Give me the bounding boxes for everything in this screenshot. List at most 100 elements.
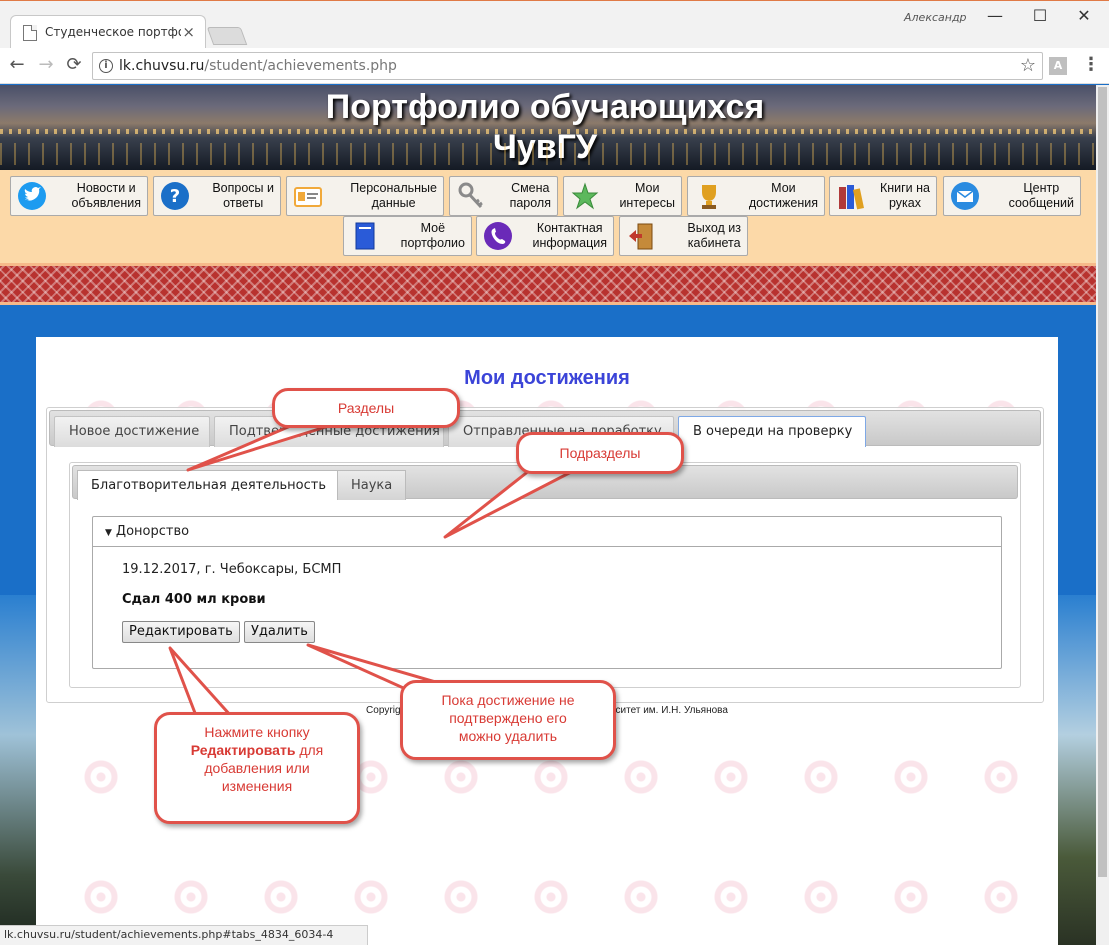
menu-label-line1: Центр: [1023, 181, 1060, 195]
callout-edit-note: Нажмите кнопку Редактировать для добавле…: [154, 712, 360, 824]
menu-button-phone[interactable]: Контактная информация: [476, 216, 614, 256]
forward-icon[interactable]: →: [34, 54, 58, 78]
callout-edit-line2: Редактировать для: [157, 741, 357, 759]
callout-subsections: Подразделы: [516, 432, 684, 474]
close-window-button[interactable]: ✕: [1064, 5, 1104, 29]
menu-label-line1: Контактная: [536, 221, 603, 235]
profile-name[interactable]: Александр: [904, 11, 967, 24]
subsection-tabs: Благотворительная деятельность Наука ▼ До…: [69, 462, 1021, 688]
menu-label-line2: кабинета: [687, 236, 741, 250]
callout-edit-line4: изменения: [221, 778, 293, 794]
callout-edit-for: для: [295, 742, 324, 758]
url-path: /student/achievements.php: [204, 58, 397, 74]
triangle-down-icon: ▼: [105, 528, 112, 538]
site-banner: Портфолио обучающихся ЧувГУ: [0, 85, 1109, 170]
menu-button-id-card[interactable]: Персональные данные: [286, 176, 444, 216]
site-title: Портфолио обучающихся ЧувГУ: [280, 87, 810, 167]
callout-edit-line3: добавления или: [204, 760, 310, 776]
menu-label-line2: интересы: [619, 196, 675, 210]
envelope-icon: [950, 181, 980, 211]
extension-icon[interactable]: A: [1049, 57, 1067, 75]
tab-new-achievement[interactable]: Новое достижение: [54, 416, 210, 447]
menu-button-exit-door[interactable]: Выход из кабинета: [619, 216, 748, 256]
browser-titlebar: Студенческое портфолио × Александр — ☐ ✕: [0, 0, 1109, 49]
achievement-title: Сдал 400 мл крови: [122, 592, 266, 607]
achievement-date-place: 19.12.2017, г. Чебоксары, БСМП: [122, 562, 342, 577]
site-title-line1: Портфолио обучающихся: [325, 88, 765, 126]
id-card-icon: [293, 181, 323, 211]
browser-menu-icon[interactable]: ⋮: [1082, 54, 1100, 75]
menu-label-line1: Вопросы и: [212, 181, 274, 195]
keys-icon: [456, 181, 486, 211]
menu-label-line2: пароля: [509, 196, 551, 210]
menu-label-line2: данные: [371, 196, 416, 210]
callout-sections: Разделы: [272, 388, 460, 428]
menu-label-line2: сообщений: [1008, 196, 1074, 210]
site-title-line2: ЧувГУ: [492, 128, 598, 166]
menu-button-envelope[interactable]: Центр сообщений: [943, 176, 1081, 216]
menu-button-portfolio-book[interactable]: Моё портфолио: [343, 216, 472, 256]
browser-toolbar: ← → ⟳ i lk.chuvsu.ru/student/achievement…: [0, 48, 1109, 84]
minimize-button[interactable]: —: [975, 5, 1015, 29]
scroll-thumb[interactable]: [1098, 87, 1107, 877]
menu-button-books[interactable]: Книги на руках: [829, 176, 937, 216]
menu-button-label: Вопросы и ответы: [212, 181, 274, 211]
menu-label-line1: Моё: [420, 221, 446, 235]
ornament-border: [0, 263, 1109, 305]
edit-button[interactable]: Редактировать: [122, 621, 240, 643]
callout-delete-line2: подтверждено его: [449, 710, 567, 726]
address-bar[interactable]: i lk.chuvsu.ru/student/achievements.php …: [92, 52, 1043, 80]
menu-label-line2: достижения: [748, 196, 818, 210]
menu-label-line1: Мои: [634, 181, 660, 195]
page-scrollbar[interactable]: [1096, 85, 1109, 945]
menu-button-label: Выход из кабинета: [687, 221, 741, 251]
site-info-icon[interactable]: i: [99, 59, 113, 73]
menu-button-label: Центр сообщений: [1009, 181, 1074, 211]
menu-label-line1: Мои: [771, 181, 796, 195]
new-tab-button[interactable]: [206, 27, 248, 45]
bookmark-star-icon[interactable]: ☆: [1020, 55, 1036, 76]
status-bar: lk.chuvsu.ru/student/achievements.php#ta…: [0, 925, 368, 945]
subtab-science[interactable]: Наука: [337, 470, 407, 500]
menu-button-label: Мои достижения: [749, 181, 818, 211]
menu-button-trophy[interactable]: Мои достижения: [687, 176, 825, 216]
menu-label-line1: Персональные: [350, 181, 437, 195]
menu-button-label: Персональные данные: [350, 181, 437, 211]
callout-subsections-text: Подразделы: [559, 445, 641, 461]
reload-icon[interactable]: ⟳: [62, 54, 86, 78]
accordion-header[interactable]: ▼ Донорство: [93, 517, 1001, 547]
exit-door-icon: [626, 221, 656, 251]
menu-label-line2: ответы: [223, 196, 264, 210]
menu-label-line2: информация: [532, 236, 607, 250]
tab-title: Студенческое портфолио: [45, 25, 181, 39]
menu-button-label: Новости и объявления: [71, 181, 141, 211]
menu-label-line2: руках: [888, 196, 921, 210]
tab-close-icon[interactable]: ×: [182, 23, 195, 41]
svg-text:?: ?: [170, 186, 180, 207]
callout-delete-line1: Пока достижение не: [441, 692, 575, 708]
menu-label-line1: Смена: [511, 181, 550, 195]
callout-delete-line3: можно удалить: [458, 728, 558, 744]
menu-button-twitter-bird[interactable]: Новости и объявления: [10, 176, 148, 216]
question-icon: ?: [160, 181, 190, 211]
portfolio-book-icon: [350, 221, 380, 251]
page-title: Мои достижения: [464, 367, 630, 389]
menu-button-label: Мои интересы: [619, 181, 675, 211]
menu-label-line1: Выход из: [687, 221, 741, 235]
back-icon[interactable]: ←: [5, 54, 29, 78]
browser-tab[interactable]: Студенческое портфолио ×: [10, 15, 206, 49]
address-url[interactable]: lk.chuvsu.ru/student/achievements.php: [119, 58, 397, 74]
menu-button-keys[interactable]: Смена пароля: [449, 176, 558, 216]
star-icon: [570, 181, 600, 211]
callout-edit-bold: Редактировать: [190, 742, 296, 758]
menu-button-label: Книги на руках: [880, 181, 930, 211]
subtab-charity[interactable]: Благотворительная деятельность: [77, 470, 341, 500]
menu-button-question[interactable]: ? Вопросы и ответы: [153, 176, 281, 216]
menu-button-star[interactable]: Мои интересы: [563, 176, 682, 216]
maximize-button[interactable]: ☐: [1020, 5, 1060, 29]
tab-in-review-queue[interactable]: В очереди на проверку: [678, 416, 866, 447]
delete-button[interactable]: Удалить: [244, 621, 315, 643]
url-host: lk.chuvsu.ru: [119, 58, 205, 74]
content-panel: Мои достижения Новое достижение Подтверж…: [36, 337, 1058, 945]
menu-label-line1: Книги на: [879, 181, 930, 195]
